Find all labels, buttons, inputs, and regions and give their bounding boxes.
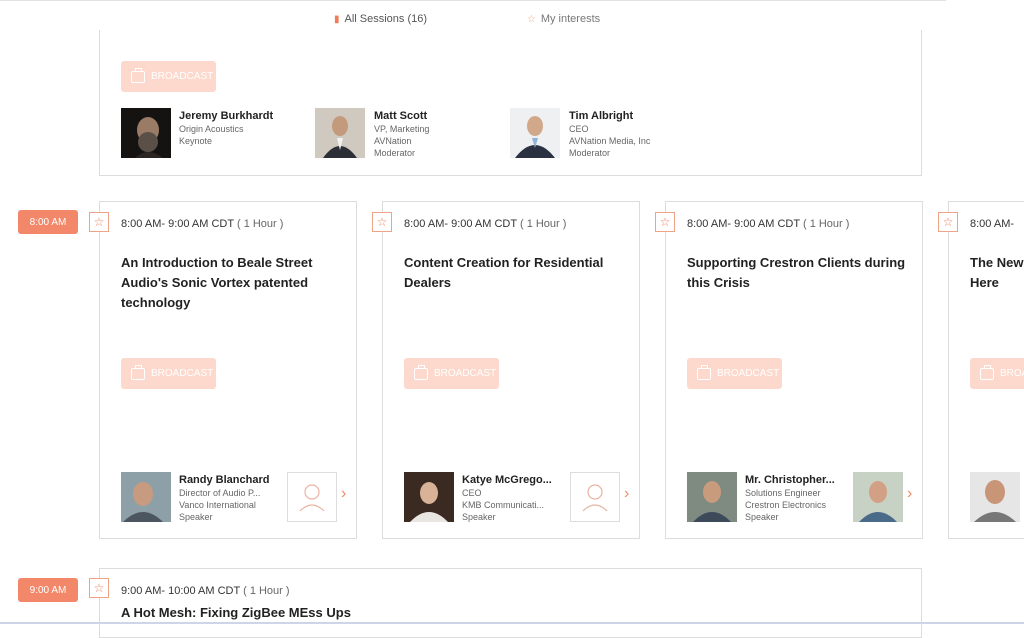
broadcast-button[interactable]: BROADCAST [404, 358, 499, 389]
speaker-title: Solutions Engineer [745, 488, 821, 498]
favorite-star-button[interactable]: ☆ [655, 212, 675, 232]
favorite-star-button[interactable]: ☆ [89, 212, 109, 232]
session-time: 8:00 AM- 9:00 AM CDT ( 1 Hour ) [687, 218, 850, 230]
broadcast-button[interactable]: BROADCAST [970, 358, 1024, 389]
speaker-company: Crestron Electronics [745, 500, 827, 510]
speaker-placeholder-icon[interactable] [570, 472, 620, 522]
speaker-company: Vanco International [179, 500, 256, 510]
speaker-name[interactable]: Randy Blanchard [179, 474, 269, 486]
avatar [510, 108, 560, 158]
speaker-name[interactable]: Katye McGrego... [462, 474, 552, 486]
session-card[interactable]: 8:00 AM- 9:00 AM CDT ( 1 Hour ) Content … [382, 201, 640, 539]
next-speaker-chevron-icon[interactable]: › [907, 485, 912, 503]
session-card[interactable]: 9:00 AM- 10:00 AM CDT ( 1 Hour ) A Hot M… [99, 568, 922, 638]
tv-icon [980, 367, 994, 380]
tab-label: My interests [540, 13, 601, 25]
session-time: 8:00 AM- [970, 218, 1015, 230]
session-title[interactable]: Supporting Crestron Clients during this … [687, 253, 917, 293]
session-title[interactable]: The New Here [970, 253, 1024, 293]
speaker-company: AVNation Media, Inc [569, 136, 651, 146]
speaker-role: Moderator [569, 148, 611, 158]
broadcast-button[interactable]: BROADCAST [687, 358, 782, 389]
session-card[interactable]: 8:00 AM- 9:00 AM CDT ( 1 Hour ) An Intro… [99, 201, 357, 539]
tv-icon [131, 367, 145, 380]
time-slot-badge: 8:00 AM [18, 210, 78, 234]
avatar [121, 108, 171, 158]
speaker-title: Director of Audio P... [179, 488, 261, 498]
broadcast-button[interactable]: BROADCAST [121, 61, 216, 92]
speaker-title: CEO [569, 124, 589, 134]
tv-icon [131, 70, 145, 83]
speaker-company: AVNation [374, 136, 412, 146]
speaker-role: Speaker [179, 512, 213, 522]
session-title[interactable]: A Hot Mesh: Fixing ZigBee MEss Ups [121, 603, 621, 623]
tv-icon [414, 367, 428, 380]
session-card-keynote[interactable]: BROADCAST Jeremy Burkhardt Origin Acoust… [99, 30, 922, 176]
speaker-placeholder-icon[interactable] [287, 472, 337, 522]
speaker-name[interactable]: Matt Scott [374, 110, 427, 122]
session-time: 8:00 AM- 9:00 AM CDT ( 1 Hour ) [121, 218, 284, 230]
avatar [970, 472, 1020, 522]
session-title[interactable]: An Introduction to Beale Street Audio's … [121, 253, 351, 313]
favorite-star-button[interactable]: ☆ [89, 578, 109, 598]
tv-icon [697, 367, 711, 380]
next-speaker-chevron-icon[interactable]: › [624, 485, 629, 503]
avatar [687, 472, 737, 522]
avatar [315, 108, 365, 158]
session-card[interactable]: 8:00 AM- The New Here BROADCAST [948, 201, 1024, 539]
speaker-title: CEO [462, 488, 482, 498]
calendar-icon: ▮ [333, 13, 340, 25]
broadcast-button[interactable]: BROADCAST [121, 358, 216, 389]
session-time: 8:00 AM- 9:00 AM CDT ( 1 Hour ) [404, 218, 567, 230]
speaker-company: Origin Acoustics [179, 124, 244, 134]
speaker-name[interactable]: Mr. Christopher... [745, 474, 835, 486]
session-title[interactable]: Content Creation for Residential Dealers [404, 253, 634, 293]
speaker-role: Speaker [745, 512, 779, 522]
avatar [404, 472, 454, 522]
session-time: 9:00 AM- 10:00 AM CDT ( 1 Hour ) [121, 585, 290, 597]
avatar [121, 472, 171, 522]
speaker-role: Speaker [462, 512, 496, 522]
favorite-star-button[interactable]: ☆ [372, 212, 392, 232]
tab-label: All Sessions (16) [344, 13, 428, 25]
star-icon: ☆ [526, 13, 536, 25]
next-speaker-chevron-icon[interactable]: › [341, 485, 346, 503]
speaker-role: Keynote [179, 136, 213, 146]
speaker-name[interactable]: Jeremy Burkhardt [179, 110, 273, 122]
time-slot-badge: 9:00 AM [18, 578, 78, 602]
speaker-role: Moderator [374, 148, 416, 158]
speaker-company: KMB Communicati... [462, 500, 545, 510]
favorite-star-button[interactable]: ☆ [938, 212, 958, 232]
session-card[interactable]: 8:00 AM- 9:00 AM CDT ( 1 Hour ) Supporti… [665, 201, 923, 539]
avatar [853, 472, 903, 522]
speaker-title: VP, Marketing [374, 124, 430, 134]
speaker-name[interactable]: Tim Albright [569, 110, 633, 122]
